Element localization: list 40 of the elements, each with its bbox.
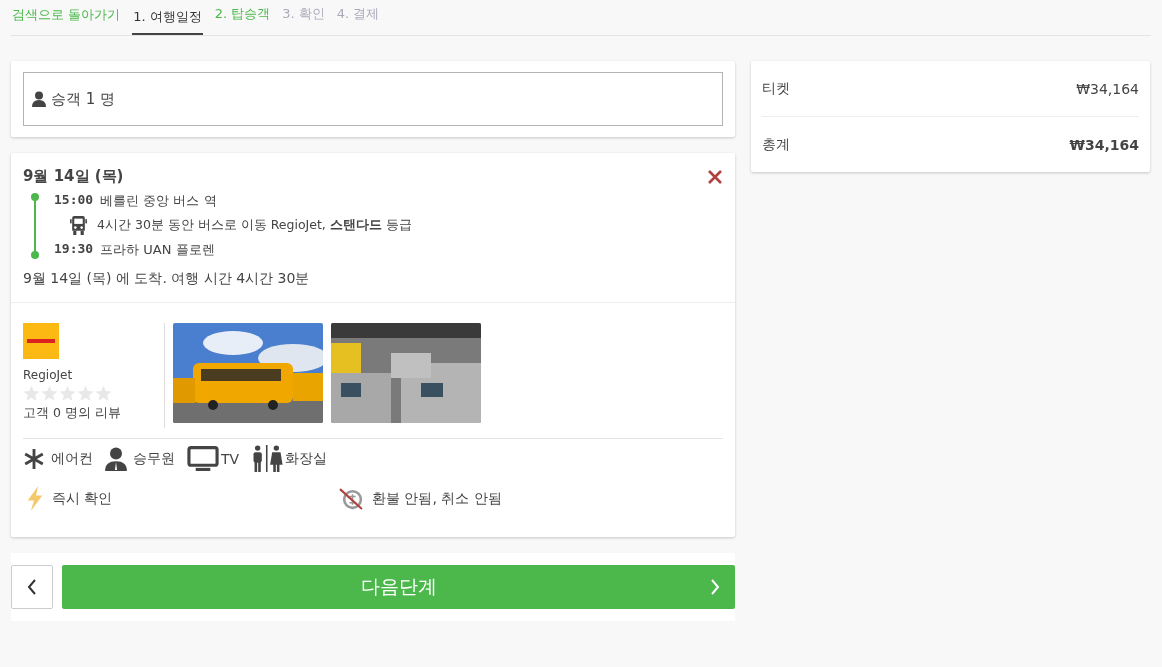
no-refund-icon (339, 486, 364, 511)
amenity-label: 승무원 (133, 449, 175, 468)
tv-icon (187, 446, 219, 471)
person-icon (32, 91, 46, 107)
amenity-label: 화장실 (285, 449, 328, 468)
policy-label: 즉시 확인 (52, 489, 113, 508)
route-line-drawing (30, 192, 40, 260)
back-to-search-link[interactable]: 검색으로 돌아가기 (12, 0, 121, 35)
price-value: ₩34,164 (1076, 80, 1139, 97)
logo-icon (23, 323, 59, 359)
bus-icon (70, 216, 87, 235)
amenity-label: TV (221, 450, 240, 467)
next-step-button[interactable]: 다음단계 (62, 565, 735, 609)
toilet-icon (251, 445, 284, 472)
step-tab[interactable]: 3. 확인 (282, 0, 325, 35)
policy-label: 환불 안됨, 취소 안됨 (372, 489, 502, 508)
departure-time: 15:00 (54, 192, 94, 209)
lightning-icon (26, 486, 44, 511)
departure-place: 베를린 중앙 버스 역 (100, 192, 217, 210)
person-icon (105, 446, 127, 471)
step-tab[interactable]: 1. 여행일정 (132, 0, 203, 35)
amenity-label: 에어컨 (51, 449, 93, 468)
price-label: 티켓 (762, 79, 790, 98)
trip-date: 9월 14일 (목) (23, 167, 124, 186)
snowflake-icon (23, 447, 45, 470)
price-label: 총계 (762, 135, 790, 154)
review-count: 고객 0 명의 리뷰 (23, 405, 122, 422)
chevron-right-icon (710, 578, 720, 596)
passenger-field[interactable]: 승객 1 명 (23, 72, 723, 126)
price-value: ₩34,164 (1069, 136, 1139, 153)
back-button[interactable] (11, 565, 53, 609)
arrival-place: 프라하 UAN 플로렌 (100, 241, 215, 259)
step-tab[interactable]: 4. 결제 (336, 0, 380, 35)
close-icon[interactable] (707, 168, 723, 185)
arrival-summary: 9월 14일 (목) 에 도착. 여행 시간 4시간 30분 (23, 270, 311, 288)
segment-description: 4시간 30분 동안 버스로 이동 RegioJet, 스탠다드 등급 (97, 217, 412, 234)
step-tab[interactable]: 2. 탑승객 (214, 0, 271, 35)
chevron-left-icon (27, 578, 37, 596)
operator-name: RegioJet (23, 368, 74, 382)
arrival-time: 19:30 (54, 241, 94, 258)
